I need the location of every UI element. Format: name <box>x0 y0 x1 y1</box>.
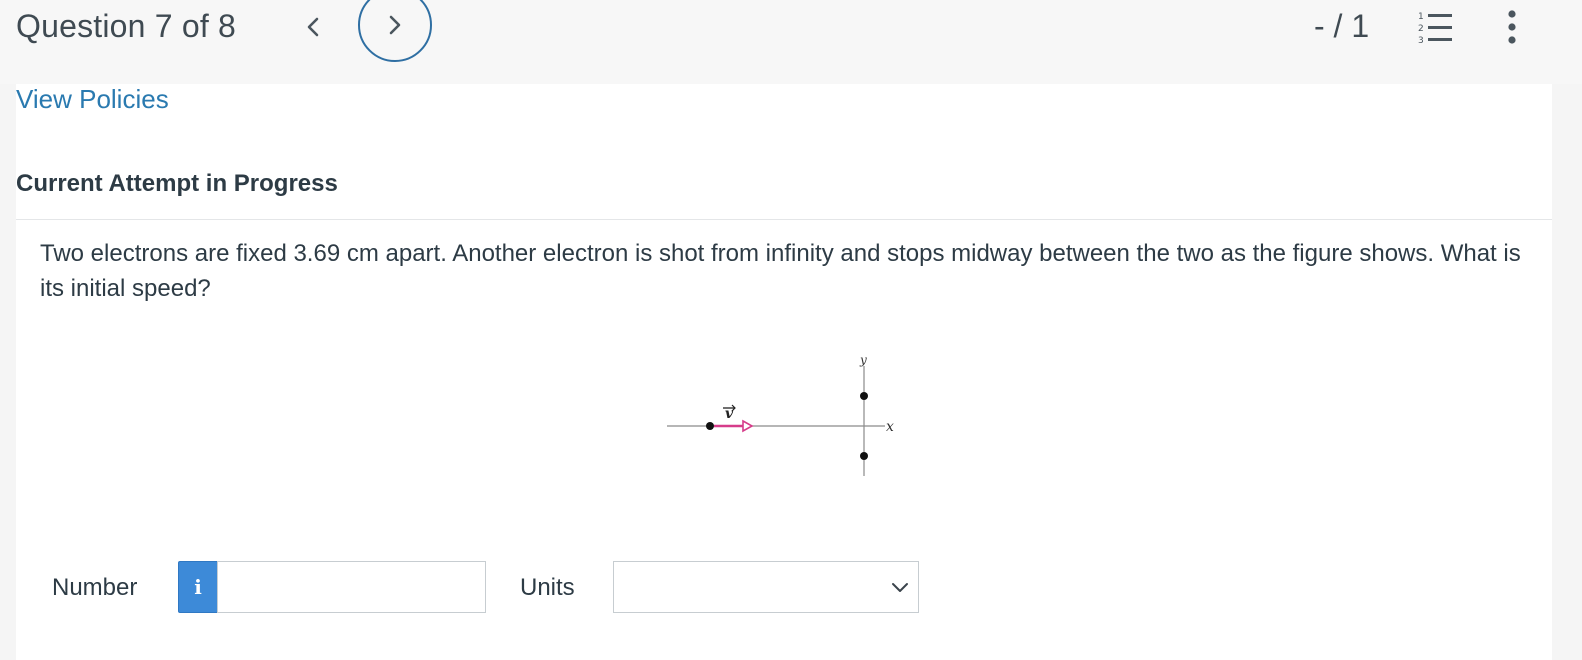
question-header: Question 7 of 8 - / 1 1 2 3 <box>0 0 1582 84</box>
units-select[interactable] <box>613 561 919 613</box>
units-label: Units <box>520 574 575 601</box>
figure-x-label: x <box>886 419 894 435</box>
fixed-electron-bottom <box>860 452 868 460</box>
question-text: Two electrons are fixed 3.69 cm apart. A… <box>40 240 1521 302</box>
chevron-down-icon <box>892 583 908 592</box>
number-label: Number <box>52 574 138 601</box>
svg-text:2: 2 <box>1418 24 1424 34</box>
previous-question-button[interactable] <box>296 10 330 44</box>
chevron-right-icon <box>389 15 401 35</box>
question-figure: x y v <box>667 353 894 476</box>
info-icon: i <box>194 575 202 599</box>
figure-y-label: y <box>859 353 867 367</box>
vertical-ellipsis-icon[interactable] <box>1500 8 1524 46</box>
svg-text:3: 3 <box>1418 36 1424 44</box>
score-display: - / 1 <box>1314 8 1370 44</box>
divider <box>16 219 1552 220</box>
question-panel: View Policies Current Attempt in Progres… <box>16 84 1552 660</box>
question-counter: Question 7 of 8 <box>16 8 237 44</box>
attempt-status-heading: Current Attempt in Progress <box>16 170 338 197</box>
view-policies-link[interactable]: View Policies <box>16 84 169 115</box>
moving-electron <box>706 422 714 430</box>
svg-text:1: 1 <box>1418 12 1424 22</box>
info-button[interactable]: i <box>178 561 218 613</box>
next-question-button[interactable] <box>358 0 432 62</box>
numbered-list-icon[interactable]: 1 2 3 <box>1418 10 1454 44</box>
velocity-arrowhead <box>742 419 754 433</box>
chevron-left-icon <box>307 17 319 37</box>
number-input[interactable] <box>217 561 486 613</box>
fixed-electron-top <box>860 392 868 400</box>
